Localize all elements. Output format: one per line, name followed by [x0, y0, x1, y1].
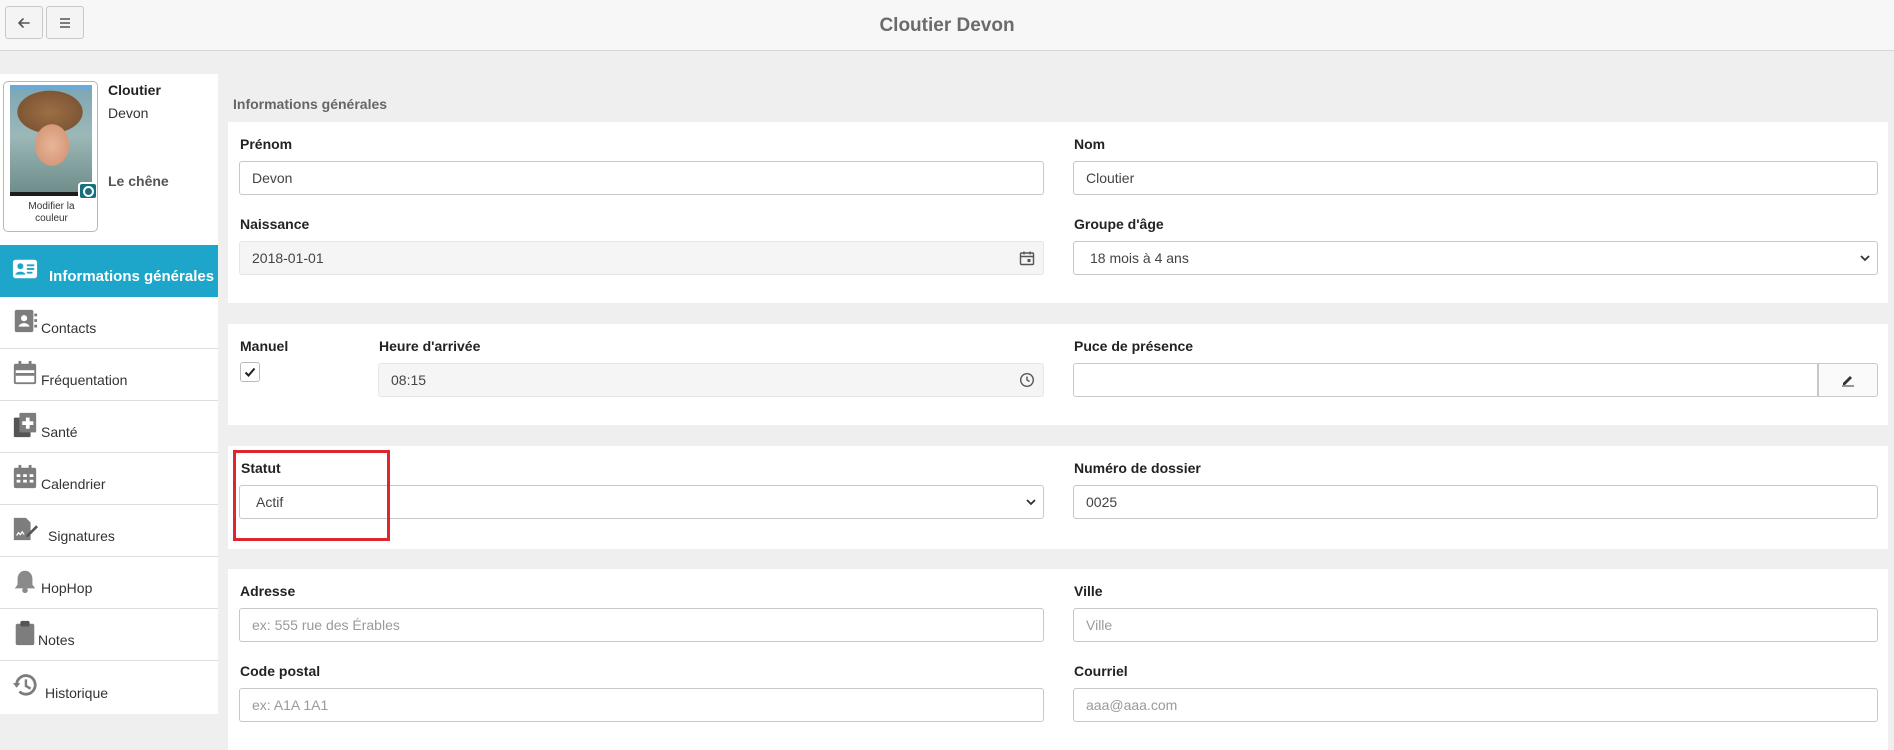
caption-line-2: couleur	[35, 213, 68, 224]
calendar-grid-icon	[12, 463, 38, 491]
statut-label: Statut	[241, 460, 281, 476]
bell-icon	[12, 567, 38, 595]
groupe-age-value: 18 mois à 4 ans	[1090, 250, 1189, 266]
sidebar-item-contacts[interactable]: Contacts	[0, 297, 218, 349]
change-color-caption[interactable]: Modifier la couleur	[4, 201, 97, 225]
top-bar: Cloutier Devon	[0, 0, 1894, 51]
statut-select[interactable]: Actif	[239, 485, 1044, 519]
sidebar-item-label: Signatures	[48, 528, 115, 544]
courriel-label: Courriel	[1074, 663, 1128, 679]
child-last-name: Cloutier	[108, 82, 161, 98]
naissance-value: 2018-01-01	[252, 250, 324, 266]
prenom-label: Prénom	[240, 136, 293, 152]
sidebar-item-historique[interactable]: Historique	[0, 661, 218, 713]
manuel-checkbox[interactable]	[240, 362, 260, 382]
child-group-name: Le chêne	[108, 173, 169, 189]
checkmark-icon	[244, 367, 256, 377]
numero-dossier-input[interactable]	[1073, 485, 1878, 519]
puce-presence-label: Puce de présence	[1074, 338, 1194, 354]
sidebar-item-label: Fréquentation	[41, 372, 128, 388]
status-card: Statut Actif Numéro de dossier	[228, 446, 1888, 549]
sidebar-item-label: HopHop	[41, 580, 93, 596]
child-first-name: Devon	[108, 105, 149, 121]
ville-input[interactable]	[1073, 608, 1878, 642]
caption-line-1: Modifier la	[28, 201, 75, 212]
signature-icon	[12, 515, 38, 543]
sidebar-item-informations-generales[interactable]: Informations générales	[0, 245, 218, 297]
heure-arrivee-value: 08:15	[391, 372, 427, 388]
sidebar-item-label: Notes	[38, 632, 75, 648]
sidebar-item-label: Informations générales	[49, 268, 215, 285]
address-card: Adresse Ville Code postal Courriel	[228, 569, 1888, 750]
ville-label: Ville	[1074, 583, 1103, 599]
id-card-icon	[12, 255, 38, 283]
heure-arrivee-label: Heure d'arrivée	[379, 338, 481, 354]
manuel-label: Manuel	[240, 338, 289, 354]
sidebar-item-label: Calendrier	[41, 476, 106, 492]
clipboard-icon	[12, 619, 38, 647]
arrival-card: Manuel Heure d'arrivée 08:15 Puce de pré…	[228, 324, 1888, 425]
prenom-input[interactable]	[239, 161, 1044, 195]
naissance-input[interactable]: 2018-01-01	[239, 241, 1044, 275]
sidebar-item-label: Contacts	[41, 320, 97, 336]
sidebar-nav: Informations générales Contacts Fréquent…	[0, 245, 218, 713]
contact-book-icon	[12, 307, 38, 335]
sidebar-item-notes[interactable]: Notes	[0, 609, 218, 661]
puce-presence-input[interactable]	[1073, 363, 1818, 397]
statut-value: Actif	[256, 494, 284, 510]
sidebar-item-frequentation[interactable]: Fréquentation	[0, 349, 218, 401]
sidebar: Modifier la couleur Cloutier Devon Le ch…	[0, 74, 218, 714]
sidebar-item-hophop[interactable]: HopHop	[0, 557, 218, 609]
general-info-card: Prénom Nom Naissance 2018-01-01 Groupe d…	[228, 122, 1888, 303]
calendar-icon	[12, 359, 38, 387]
courriel-input[interactable]	[1073, 688, 1878, 722]
medical-file-icon	[12, 411, 38, 439]
child-photo	[10, 90, 92, 192]
sidebar-item-sante[interactable]: Santé	[0, 401, 218, 453]
code-postal-input[interactable]	[239, 688, 1044, 722]
section-title: Informations générales	[233, 96, 388, 112]
nom-label: Nom	[1074, 136, 1106, 152]
heure-arrivee-input[interactable]: 08:15	[378, 363, 1044, 397]
calendar-icon[interactable]	[1019, 250, 1035, 266]
child-profile: Modifier la couleur Cloutier Devon Le ch…	[0, 74, 218, 245]
chevron-down-icon	[1026, 499, 1036, 506]
sidebar-item-signatures[interactable]: Signatures	[0, 505, 218, 557]
code-postal-label: Code postal	[240, 663, 321, 679]
child-photo-card[interactable]: Modifier la couleur	[3, 81, 98, 232]
adresse-label: Adresse	[240, 583, 296, 599]
sidebar-item-label: Historique	[45, 685, 109, 701]
adresse-input[interactable]	[239, 608, 1044, 642]
pencil-icon	[1842, 376, 1854, 387]
sidebar-item-label: Santé	[41, 424, 78, 440]
edit-puce-button[interactable]	[1818, 363, 1878, 397]
groupe-age-select[interactable]: 18 mois à 4 ans	[1073, 241, 1878, 275]
page-title: Cloutier Devon	[879, 15, 1015, 36]
groupe-age-label: Groupe d'âge	[1074, 216, 1164, 232]
nom-input[interactable]	[1073, 161, 1878, 195]
numero-dossier-label: Numéro de dossier	[1074, 460, 1201, 476]
clock-icon[interactable]	[1019, 372, 1035, 388]
camera-icon[interactable]	[78, 182, 97, 200]
naissance-label: Naissance	[240, 216, 310, 232]
sidebar-item-calendrier[interactable]: Calendrier	[0, 453, 218, 505]
history-icon	[12, 671, 38, 699]
chevron-down-icon	[1860, 255, 1870, 262]
